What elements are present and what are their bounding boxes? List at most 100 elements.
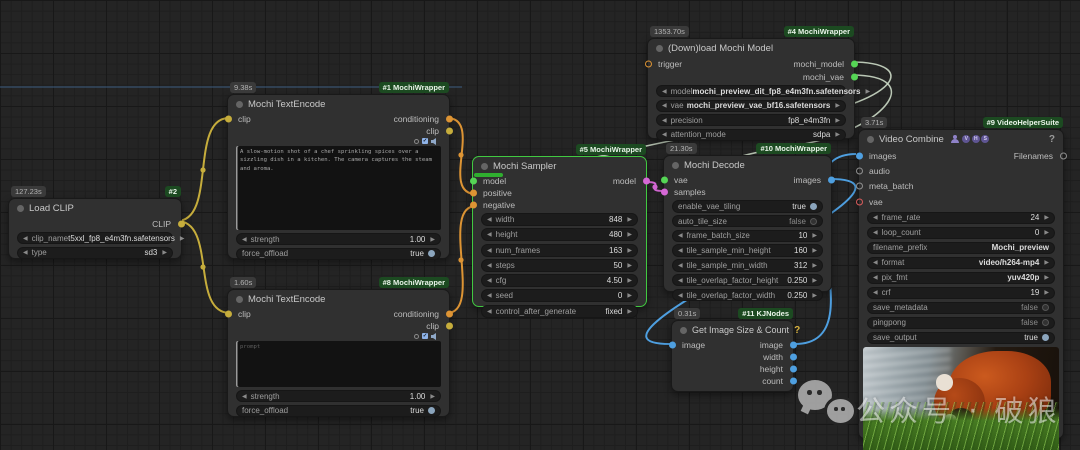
widget-vae[interactable]: ◀ vae mochi_preview_vae_bf16.safetensors ▶ [656,99,846,112]
decrement-arrow-icon[interactable]: ◀ [23,235,28,242]
collapse-dot-icon[interactable] [656,44,663,52]
widget-force-offload[interactable]: force_offload true [236,247,441,260]
input-slot-images[interactable] [855,152,863,160]
collapse-dot-icon[interactable] [236,295,243,303]
widget-type[interactable]: ◀ type sd3 ▶ [17,246,173,259]
toggle-knob-icon[interactable] [428,407,435,414]
collapse-dot-icon[interactable] [236,100,243,108]
node-load-clip[interactable]: 127.23s #2 Load CLIP CLIP ◀ clip_name t5… [8,186,185,259]
output-slot-width[interactable] [789,353,797,361]
help-icon[interactable]: ? [1049,134,1055,145]
speaker-icon[interactable] [431,137,439,145]
increment-arrow-icon[interactable]: ▶ [627,247,632,254]
widget-pix-fmt[interactable]: ◀ pix_fmt yuv420p ▶ [867,271,1055,284]
widget-num-frames[interactable]: ◀ num_frames 163 ▶ [481,243,638,257]
input-slot-image[interactable] [668,341,676,349]
node-get-image-size-count[interactable]: 0.31s #11 KJNodes Get Image Size & Count… [668,308,800,392]
node-mochi-decode[interactable]: 21.30s #10 MochiWrapper Mochi Decode vae… [660,143,835,302]
help-icon[interactable]: ? [794,325,800,336]
input-slot-clip[interactable] [224,310,232,318]
node-title-bar[interactable]: Load CLIP [9,199,181,217]
node-title-bar[interactable]: Mochi TextEncode [228,290,449,308]
widget-enable-vae-tiling[interactable]: enable_vae_tiling true [672,200,823,213]
widget-frame-rate[interactable]: ◀ frame_rate 24 ▶ [867,211,1055,224]
decrement-arrow-icon[interactable]: ◀ [873,274,878,281]
increment-arrow-icon[interactable]: ▶ [627,262,632,269]
toggle-knob-icon[interactable] [1042,304,1049,312]
decrement-arrow-icon[interactable]: ◀ [487,262,492,269]
increment-arrow-icon[interactable]: ▶ [627,231,632,238]
node-mochi-sampler[interactable]: #5 MochiWrapper Mochi Sampler model mode… [469,144,650,318]
widget-strength[interactable]: ◀ strength 1.00 ▶ [236,233,441,245]
widget-seed[interactable]: ◀ seed 0 ▶ [481,289,638,303]
input-slot-vae[interactable] [660,176,668,184]
decrement-arrow-icon[interactable]: ◀ [487,277,492,284]
widget-frame-batch-size[interactable]: ◀ frame_batch_size 10 ▶ [672,229,823,243]
node-title-bar[interactable]: Mochi TextEncode [228,95,449,113]
node-graph-canvas[interactable]: 127.23s #2 Load CLIP CLIP ◀ clip_name t5… [0,0,1080,450]
output-slot-clip[interactable] [177,220,185,228]
speaker-icon[interactable] [431,332,439,340]
node-mochi-textencode-1[interactable]: 9.38s #1 MochiWrapper Mochi TextEncode c… [224,82,453,260]
increment-arrow-icon[interactable]: ▶ [1044,274,1049,281]
increment-arrow-icon[interactable]: ▶ [430,393,435,400]
output-slot-mochi-model[interactable] [850,60,858,67]
increment-arrow-icon[interactable]: ▶ [180,235,185,242]
output-slot-model[interactable] [642,177,650,185]
output-slot-clip[interactable] [445,322,453,330]
decrement-arrow-icon[interactable]: ◀ [873,289,878,296]
decrement-arrow-icon[interactable]: ◀ [487,308,492,315]
increment-arrow-icon[interactable]: ▶ [835,117,840,124]
widget-tile-sample-min-width[interactable]: ◀ tile_sample_min_width 312 ▶ [672,259,823,272]
collapse-dot-icon[interactable] [672,161,679,169]
record-toggle-icon[interactable] [414,333,419,339]
widget-steps[interactable]: ◀ steps 50 ▶ [481,258,638,272]
widget-save-metadata[interactable]: save_metadata false [867,301,1055,314]
increment-arrow-icon[interactable]: ▶ [835,131,840,138]
output-slot-conditioning[interactable] [445,310,453,318]
increment-arrow-icon[interactable]: ▶ [812,277,817,284]
widget-clip-name[interactable]: ◀ clip_name t5xxl_fp8_e4m3fn.safetensors… [17,232,184,244]
decrement-arrow-icon[interactable]: ◀ [662,131,667,138]
increment-arrow-icon[interactable]: ▶ [866,88,871,95]
input-slot-samples[interactable] [660,188,668,196]
widget-height[interactable]: ◀ height 480 ▶ [481,228,638,242]
collapse-dot-icon[interactable] [867,135,874,143]
increment-arrow-icon[interactable]: ▶ [1044,289,1049,296]
increment-arrow-icon[interactable]: ▶ [812,292,817,299]
widget-format[interactable]: ◀ format video/h264-mp4 ▶ [867,256,1055,269]
collapse-dot-icon[interactable] [680,326,687,334]
decrement-arrow-icon[interactable]: ◀ [678,262,683,269]
increment-arrow-icon[interactable]: ▶ [812,247,817,254]
record-toggle-icon[interactable] [414,138,419,144]
input-slot-positive[interactable] [469,189,477,197]
widget-precision[interactable]: ◀ precision fp8_e4m3fn ▶ [656,114,846,126]
increment-arrow-icon[interactable]: ▶ [1044,229,1049,236]
widget-model[interactable]: ◀ model mochi_preview_dit_fp8_e4m3fn.safet… [656,85,870,97]
widget-pingpong[interactable]: pingpong false [867,316,1055,329]
widget-crf[interactable]: ◀ crf 19 ▶ [867,286,1055,299]
widget-width[interactable]: ◀ width 848 ▶ [481,213,638,226]
decrement-arrow-icon[interactable]: ◀ [678,277,683,284]
input-slot-trigger[interactable] [644,60,652,67]
decrement-arrow-icon[interactable]: ◀ [662,102,667,109]
input-slot-audio[interactable] [855,167,863,175]
toggle-knob-icon[interactable] [810,202,817,210]
widget-filename-prefix[interactable]: filename_prefix Mochi_preview [867,241,1055,254]
decrement-arrow-icon[interactable]: ◀ [242,393,247,400]
toggle-knob-icon[interactable] [1042,319,1049,327]
widget-tile-overlap-factor-height[interactable]: ◀ tile_overlap_factor_height 0.250 ▶ [672,273,823,287]
input-slot-meta-batch[interactable] [855,182,863,190]
decrement-arrow-icon[interactable]: ◀ [678,292,683,299]
output-slot-images[interactable] [827,176,835,184]
output-slot-mochi-vae[interactable] [850,73,858,80]
decrement-arrow-icon[interactable]: ◀ [873,214,878,221]
widget-tile-sample-min-height[interactable]: ◀ tile_sample_min_height 160 ▶ [672,244,823,257]
decrement-arrow-icon[interactable]: ◀ [487,247,492,254]
node-title-bar[interactable]: Mochi Decode [664,156,831,174]
widget-loop-count[interactable]: ◀ loop_count 0 ▶ [867,226,1055,239]
decrement-arrow-icon[interactable]: ◀ [487,216,492,223]
increment-arrow-icon[interactable]: ▶ [835,102,840,109]
widget-save-output[interactable]: save_output true [867,331,1055,344]
checkbox-icon[interactable]: ✓ [422,138,428,144]
